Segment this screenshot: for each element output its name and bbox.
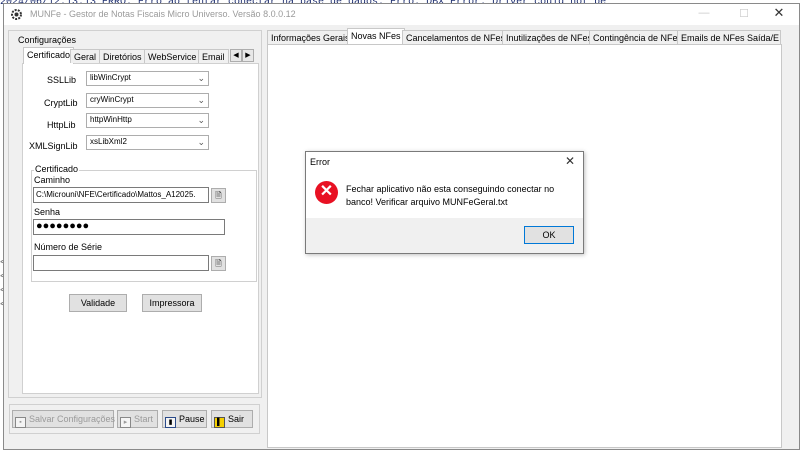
chevron-down-icon: ⌄	[197, 115, 205, 125]
senha-label: Senha	[34, 207, 61, 217]
error-message: Fechar aplicativo não esta conseguindo c…	[346, 184, 555, 207]
httplib-value: httpWinHttp	[90, 115, 132, 124]
chevron-down-icon: ⌄	[197, 95, 205, 105]
tab-informacoes-gerais[interactable]: Informações Gerais	[267, 30, 354, 45]
tab-inutilizacoes-nfes[interactable]: Inutilizações de NFes	[502, 30, 597, 45]
tabs-scroll-left-button[interactable]: ◀	[230, 49, 242, 62]
error-dialog: Error ✕ ✕ Fechar aplicativo não esta con…	[305, 151, 584, 254]
chevron-down-icon: ⌄	[197, 137, 205, 147]
httplib-label: HttpLib	[47, 120, 76, 130]
ok-button[interactable]: OK	[524, 226, 574, 244]
pause-icon: ▮	[165, 417, 176, 428]
numero-serie-label: Número de Série	[34, 242, 103, 252]
impressora-button[interactable]: Impressora	[142, 294, 202, 312]
play-icon: ▸	[120, 417, 131, 428]
cryptlib-label: CryptLib	[44, 98, 78, 108]
exit-door-icon: ▌	[214, 417, 225, 428]
validade-button[interactable]: Validade	[69, 294, 127, 312]
app-gear-icon	[11, 9, 22, 20]
certificado-legend: Certificado	[34, 164, 80, 174]
httplib-select[interactable]: httpWinHttp ⌄	[86, 113, 209, 128]
sair-button[interactable]: ▌ Sair	[211, 410, 253, 428]
select-serial-button[interactable]: 🗎	[211, 256, 226, 271]
cryptlib-select[interactable]: cryWinCrypt ⌄	[86, 93, 209, 108]
ssllib-value: libWinCrypt	[90, 73, 131, 82]
dialog-close-button[interactable]: ✕	[565, 154, 575, 168]
error-dialog-title: Error	[310, 157, 330, 167]
xmlsignlib-label: XMLSignLib	[29, 141, 78, 151]
title-bar[interactable]: MUNFe - Gestor de Notas Fiscais Micro Un…	[4, 4, 799, 25]
tab-diretorios[interactable]: Diretórios	[99, 49, 146, 63]
minimize-button[interactable]: —	[694, 7, 714, 21]
browse-certificate-button[interactable]: 🗎	[211, 188, 226, 203]
tab-email[interactable]: Email	[198, 49, 229, 63]
tab-contingencia-nfes[interactable]: Contingência de NFes	[589, 30, 687, 45]
cryptlib-value: cryWinCrypt	[90, 95, 134, 104]
close-button[interactable]: ✕	[768, 5, 790, 23]
tab-certificado[interactable]: Certificado	[23, 47, 75, 64]
file-icon: 🗎	[215, 259, 222, 268]
save-icon: ▪	[15, 417, 26, 428]
error-icon: ✕	[315, 181, 338, 204]
tab-geral[interactable]: Geral	[70, 49, 101, 63]
caminho-input[interactable]: C:\Microuni\NFE\Certificado\Mattos_A1202…	[33, 187, 209, 203]
sair-label: Sair	[228, 414, 245, 424]
ssllib-label: SSLLib	[47, 75, 77, 85]
maximize-button[interactable]: ☐	[734, 7, 754, 21]
chevron-down-icon: ⌄	[197, 73, 205, 83]
pause-button[interactable]: ▮ Pause	[162, 410, 207, 428]
tab-cancelamentos-nfes[interactable]: Cancelamentos de NFes	[402, 30, 510, 45]
configuracoes-legend: Configurações	[16, 35, 79, 45]
start-button[interactable]: ▸ Start	[117, 410, 158, 428]
window-title: MUNFe - Gestor de Notas Fiscais Micro Un…	[30, 9, 296, 19]
tabs-scroll-right-button[interactable]: ▶	[242, 49, 254, 62]
xmlsignlib-value: xsLibXml2	[90, 137, 127, 146]
ssllib-select[interactable]: libWinCrypt ⌄	[86, 71, 209, 86]
senha-input[interactable]: ●●●●●●●●	[33, 219, 225, 235]
pause-label: Pause	[179, 414, 205, 424]
xmlsignlib-select[interactable]: xsLibXml2 ⌄	[86, 135, 209, 150]
caminho-label: Caminho	[34, 175, 71, 185]
start-label: Start	[134, 414, 154, 424]
tab-webservice[interactable]: WebService	[144, 49, 201, 63]
numero-serie-input[interactable]	[33, 255, 209, 271]
salvar-label: Salvar Configurações	[29, 414, 116, 424]
file-icon: 🗎	[215, 191, 222, 200]
salvar-configuracoes-button[interactable]: ▪ Salvar Configurações	[12, 410, 116, 428]
dialog-footer: OK	[306, 218, 583, 253]
tab-emails-nfes-saida[interactable]: Emails de NFes Saída/E	[677, 30, 781, 45]
